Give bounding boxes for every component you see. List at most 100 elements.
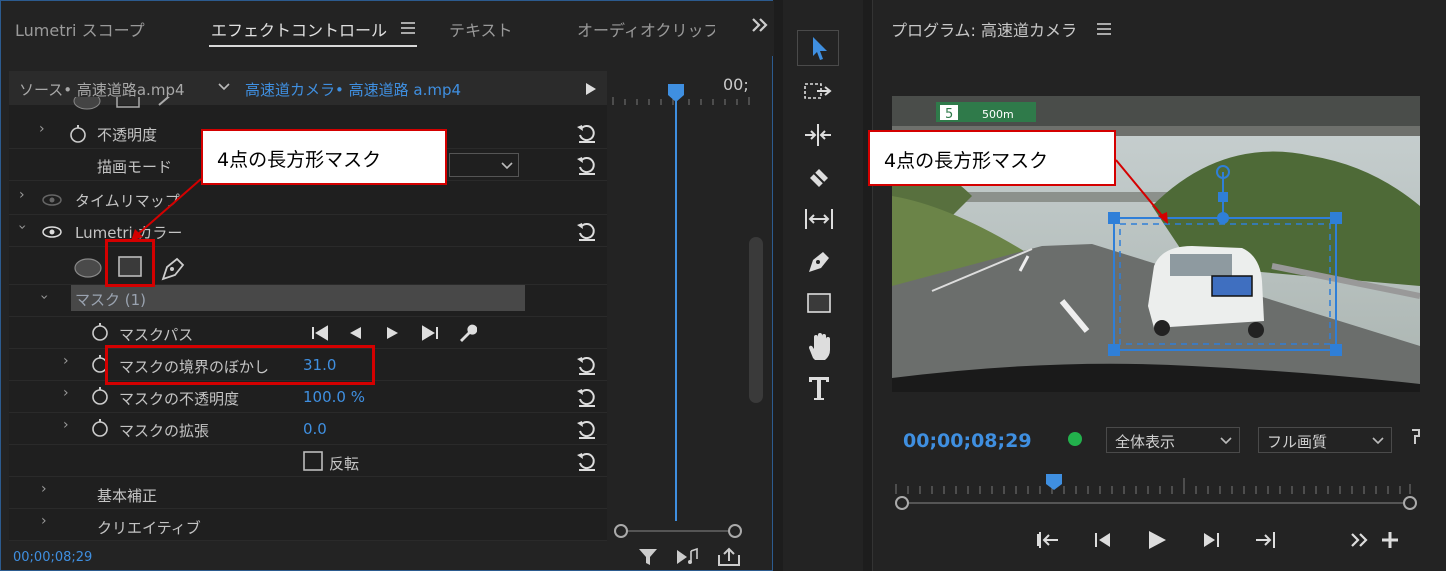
step-forward-icon[interactable] (1198, 528, 1224, 552)
program-title[interactable]: プログラム: 高速道カメラ (891, 17, 1077, 41)
rectangle-tool-button[interactable] (797, 286, 839, 322)
timeline-zoom-scrollbar[interactable] (613, 523, 743, 539)
stopwatch-icon[interactable] (69, 125, 87, 143)
fit-dropdown-label: 全体表示 (1115, 433, 1176, 451)
hamburger-icon[interactable] (401, 19, 415, 38)
row-creative[interactable]: › クリエイティブ (9, 509, 607, 541)
mask-shapes-partial (73, 97, 170, 110)
highlight-mask-feather (105, 345, 375, 385)
sequence-clip-label[interactable]: 高速道カメラ• 高速道路 a.mp4 (245, 79, 461, 100)
chevron-down-icon[interactable] (217, 79, 231, 98)
reset-icon[interactable] (575, 417, 599, 441)
double-chevron-right-icon[interactable] (1348, 528, 1374, 552)
eye-icon[interactable] (41, 225, 63, 239)
row-lumetri-color[interactable]: › Lumetri カラー (9, 215, 607, 247)
type-icon (809, 377, 829, 400)
blend-mode-dropdown[interactable] (449, 153, 519, 177)
tab-text[interactable]: テキスト (449, 17, 513, 41)
reset-icon[interactable] (575, 121, 599, 145)
pen-tool-button[interactable] (797, 244, 839, 280)
chevron-right-icon[interactable]: › (63, 353, 69, 369)
invert-label: 反転 (329, 455, 360, 473)
ellipse-mask-icon[interactable] (73, 257, 103, 279)
filter-icon[interactable] (637, 547, 659, 567)
settings-wrench-icon[interactable] (1410, 428, 1422, 446)
add-button-icon[interactable] (1378, 528, 1404, 552)
effect-timeline[interactable]: 00; (609, 71, 771, 541)
quality-dropdown-label: フル画質 (1267, 433, 1328, 451)
play-triangle-icon[interactable] (585, 81, 597, 100)
time-remap-label: タイムリマップ (75, 192, 180, 210)
razor-button[interactable] (797, 160, 839, 196)
chevron-right-icon[interactable]: › (19, 187, 25, 203)
row-mask[interactable]: › マスク (1) (9, 285, 607, 317)
reset-icon[interactable] (575, 385, 599, 409)
track-select-button[interactable] (797, 76, 839, 112)
double-chevron-right-icon[interactable] (751, 17, 769, 37)
mask-opacity-value[interactable]: 100.0 % (303, 388, 365, 406)
row-mask-opacity[interactable]: › マスクの不透明度 100.0 % (9, 381, 607, 413)
mask-expansion-value[interactable]: 0.0 (303, 420, 327, 438)
razor-icon (810, 169, 828, 187)
row-time-remap[interactable]: › タイムリマップ (9, 183, 607, 215)
type-tool-button[interactable] (797, 370, 839, 406)
opacity-label: 不透明度 (97, 126, 158, 144)
chevron-down-icon (1372, 437, 1384, 445)
ripple-edit-icon (805, 124, 831, 146)
tab-effect-controls[interactable]: エフェクトコントロール (211, 17, 387, 41)
reset-icon[interactable] (575, 353, 599, 377)
mask-selection-bar[interactable]: マスク (1) (71, 285, 525, 311)
reset-icon[interactable] (575, 219, 599, 243)
track-forward-icon[interactable] (385, 325, 401, 341)
tab-audio-clip[interactable]: オーディオクリップ (577, 17, 715, 41)
step-back-icon[interactable] (1090, 528, 1116, 552)
hamburger-icon[interactable] (1097, 20, 1111, 39)
chevron-right-icon[interactable]: › (39, 121, 45, 137)
go-to-in-icon[interactable] (1036, 528, 1062, 552)
row-mask-expansion[interactable]: › マスクの拡張 0.0 (9, 413, 607, 445)
timeline-timecode: 00; (723, 75, 749, 94)
chevron-right-icon[interactable]: › (63, 417, 69, 433)
reset-icon[interactable] (575, 449, 599, 473)
reset-icon[interactable] (575, 153, 599, 177)
hand-tool-button[interactable] (797, 328, 839, 364)
blend-mode-label: 描画モード (97, 158, 173, 176)
track-backward-icon[interactable] (347, 325, 363, 341)
go-to-out-icon[interactable] (1252, 528, 1278, 552)
chevron-right-icon[interactable]: › (41, 513, 47, 529)
quality-dropdown[interactable]: フル画質 (1258, 427, 1392, 453)
chevron-right-icon[interactable]: › (41, 481, 47, 497)
program-timecode[interactable]: 00;00;08;29 (903, 430, 1032, 452)
track-forward-all-icon[interactable] (421, 325, 439, 341)
invert-checkbox[interactable] (303, 451, 323, 471)
chevron-down-icon[interactable]: › (36, 294, 52, 300)
selection-tool-button[interactable] (797, 30, 839, 66)
tab-lumetri-scopes[interactable]: Lumetri スコープ (15, 17, 145, 41)
row-basic-correction[interactable]: › 基本補正 (9, 477, 607, 509)
export-icon[interactable] (717, 547, 743, 567)
fit-dropdown[interactable]: 全体表示 (1106, 427, 1240, 453)
stopwatch-icon[interactable] (91, 419, 109, 437)
wrench-icon[interactable] (457, 323, 477, 343)
pen-mask-icon[interactable] (159, 255, 187, 281)
program-time-ruler[interactable] (892, 472, 1422, 516)
mask-expansion-label: マスクの拡張 (119, 422, 210, 440)
bottom-timecode[interactable]: 00;00;08;29 (13, 550, 92, 565)
chevron-down-icon[interactable]: › (14, 224, 30, 230)
stopwatch-icon[interactable] (91, 387, 109, 405)
eye-icon[interactable] (41, 193, 63, 207)
track-backward-all-icon[interactable] (311, 325, 329, 341)
road-sign-number: 5 (945, 107, 953, 122)
vertical-scrollbar[interactable] (749, 237, 763, 403)
active-tab-indicator (209, 45, 417, 47)
row-invert[interactable]: 反転 (9, 445, 607, 477)
annotation-callout-right: 4点の長方形マスク (868, 130, 1116, 186)
chevron-right-icon[interactable]: › (63, 385, 69, 401)
slip-button[interactable] (797, 202, 839, 238)
play-audio-icon[interactable] (675, 547, 701, 567)
track-select-icon (804, 83, 832, 99)
basic-correction-label: 基本補正 (97, 487, 158, 505)
ripple-edit-button[interactable] (797, 118, 839, 154)
stopwatch-icon[interactable] (91, 323, 109, 341)
play-icon[interactable] (1144, 528, 1170, 552)
